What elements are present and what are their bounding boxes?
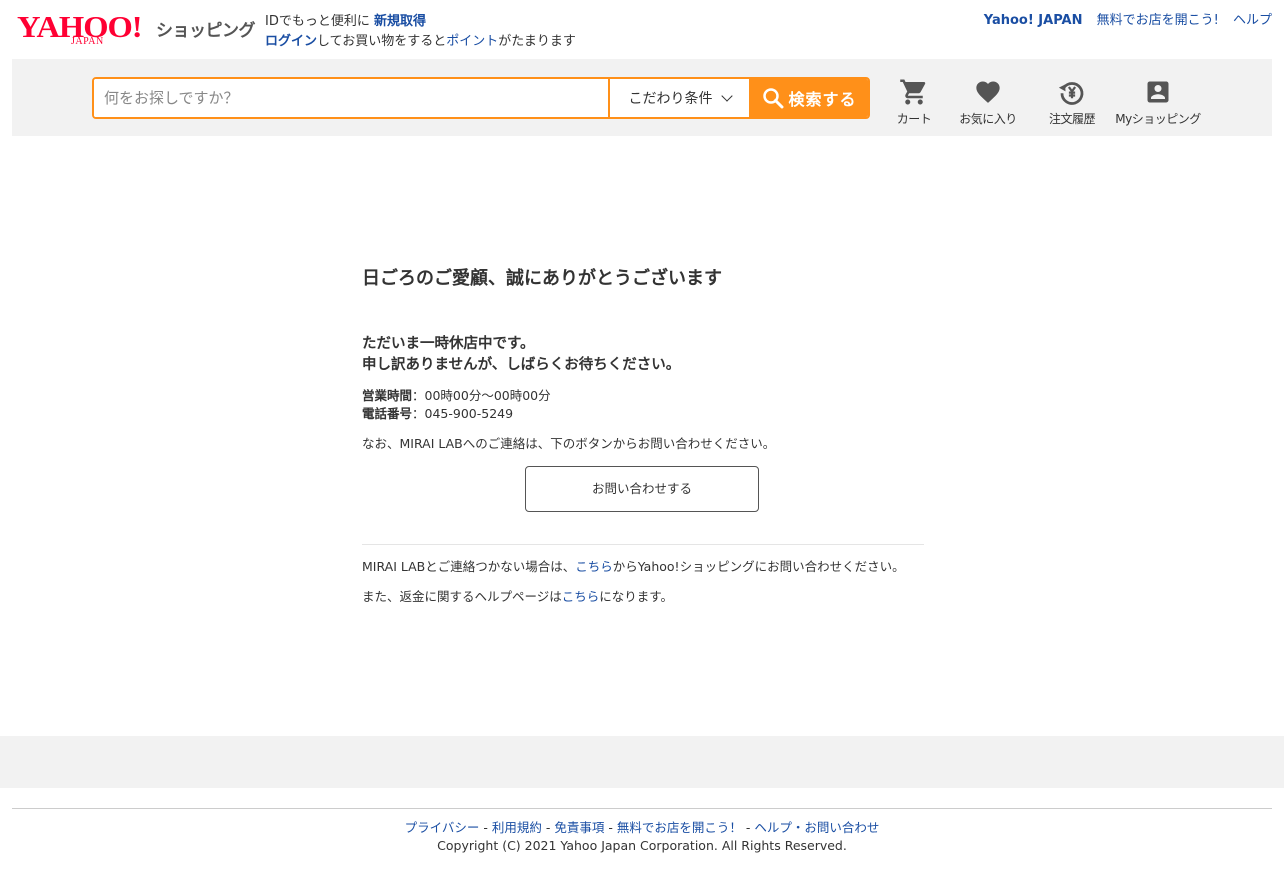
footer-band (0, 736, 1284, 788)
business-hours-value: ：00時00分～00時00分 (412, 388, 551, 403)
phone-number-label: 電話番号 (362, 406, 413, 421)
refund-help-note: また、返金に関するヘルプページはこちらになります。 (362, 588, 924, 606)
points-link[interactable]: ポイント (446, 34, 498, 49)
business-hours-label: 営業時間 (362, 388, 413, 403)
login-line1-text: IDでもっと便利に (265, 14, 370, 29)
heart-icon (976, 81, 1000, 103)
open-store-link[interactable]: 無料でお店を開こう! (1097, 13, 1219, 28)
search-button[interactable]: 検索する (749, 79, 868, 117)
footer-open-store-link[interactable]: 無料でお店を開こう！ (617, 820, 742, 835)
nav-cart-label: カート (896, 112, 932, 126)
footer-privacy-link[interactable]: プライバシー (405, 820, 480, 835)
business-hours: 営業時間：00時00分～00時00分 (362, 387, 924, 405)
search-bar: こだわり条件 検索する カート お気に入り (12, 59, 1272, 136)
register-link[interactable]: 新規取得 (374, 14, 426, 29)
refund-note-prefix: また、返金に関するヘルプページは (362, 589, 562, 604)
footer-separator: - (479, 820, 492, 835)
footer-divider (12, 808, 1272, 809)
store-info: 営業時間：00時00分～00時00分 電話番号：045-900-5249 (362, 387, 924, 423)
divider (362, 544, 924, 545)
footer-contact-link[interactable]: お問い合わせ (804, 820, 879, 835)
phone-number-value: ：045-900-5249 (412, 406, 514, 421)
help-link[interactable]: ヘルプ (1233, 13, 1272, 28)
login-message: IDでもっと便利に 新規取得 ログインしてお買い物をするとポイントがたまります (265, 12, 576, 52)
login-link[interactable]: ログイン (265, 34, 317, 49)
top-links: Yahoo! JAPAN 無料でお店を開こう! ヘルプ (974, 12, 1272, 29)
greeting-heading: 日ごろのご愛顧、誠にありがとうございます (362, 268, 722, 289)
footer-help-link[interactable]: ヘルプ (754, 820, 792, 835)
logo-japan-text: JAPAN (71, 36, 104, 47)
footer-links: プライバシー - 利用規約 - 免責事項 - 無料でお店を開こう！ - ヘルプ・… (0, 819, 1284, 836)
history-yen-icon (1058, 82, 1084, 105)
footer-separator: - (604, 820, 617, 835)
phone-number: 電話番号：045-900-5249 (362, 405, 924, 423)
fallback-note-suffix: からYahoo!ショッピングにお問い合わせください。 (612, 559, 905, 574)
footer-separator: - (741, 820, 755, 835)
footer-terms-link[interactable]: 利用規約 (492, 820, 542, 835)
fallback-contact-note: MIRAI LABとご連絡つかない場合は、こちらからYahoo!ショッピングにお… (362, 558, 924, 576)
search-button-label: 検索する (788, 90, 857, 109)
closed-message-line1: ただいま一時休店中です。 (362, 336, 535, 352)
cart-icon (900, 79, 926, 105)
nav-favorites-label: お気に入り (959, 112, 1017, 126)
header: YAHOO! JAPAN ショッピング IDでもっと便利に 新規取得 ログインし… (0, 0, 1284, 59)
login-line2-text: してお買い物をすると (317, 34, 447, 49)
yahoo-shopping-logo[interactable]: YAHOO! JAPAN ショッピング (17, 11, 257, 48)
logo-shopping-text: ショッピング (156, 21, 256, 41)
nav-order-history[interactable]: 注文履歴 (1044, 77, 1100, 127)
search-icon (763, 88, 784, 109)
footer-separator: - (541, 820, 555, 835)
search-box: こだわり条件 検索する (92, 77, 870, 119)
login-message-line1: IDでもっと便利に 新規取得 (265, 12, 576, 32)
filter-conditions-button[interactable]: こだわり条件 (608, 79, 749, 117)
nav-my-shopping-label: Myショッピング (1115, 112, 1201, 126)
yahoo-japan-link[interactable]: Yahoo! JAPAN (984, 13, 1083, 28)
nav-my-shopping[interactable]: Myショッピング (1114, 77, 1202, 127)
login-message-line2: ログインしてお買い物をするとポイントがたまります (265, 32, 576, 52)
nav-order-history-label: 注文履歴 (1048, 112, 1096, 126)
footer-dot-separator: ・ (791, 820, 805, 835)
store-closed-notice: 日ごろのご愛顧、誠にありがとうございます ただいま一時休店中です。 申し訳ありま… (362, 266, 924, 606)
closed-message-line2: 申し訳ありませんが、しばらくお待ちください。 (362, 357, 681, 373)
nav-favorites[interactable]: お気に入り (956, 77, 1020, 127)
contact-store-button[interactable]: お問い合わせする (525, 466, 759, 512)
login-line2-suffix: がたまります (498, 34, 576, 49)
search-input[interactable] (94, 79, 608, 117)
footer-disclaimer-link[interactable]: 免責事項 (554, 820, 604, 835)
copyright: Copyright (C) 2021 Yahoo Japan Corporati… (437, 838, 847, 853)
refund-help-link[interactable]: こちら (562, 589, 600, 604)
yahoo-contact-link[interactable]: こちら (575, 559, 613, 574)
fallback-note-prefix: MIRAI LABとご連絡つかない場合は、 (362, 559, 576, 574)
account-box-icon (1147, 81, 1169, 103)
contact-note: なお、MIRAI LABへのご連絡は、下のボタンからお問い合わせください。 (362, 436, 776, 451)
chevron-down-icon (720, 90, 733, 102)
refund-note-suffix: になります。 (599, 589, 674, 604)
nav-cart[interactable]: カート (896, 77, 932, 127)
filter-conditions-label: こだわり条件 (628, 91, 713, 107)
closed-message: ただいま一時休店中です。 申し訳ありませんが、しばらくお待ちください。 (362, 334, 924, 376)
